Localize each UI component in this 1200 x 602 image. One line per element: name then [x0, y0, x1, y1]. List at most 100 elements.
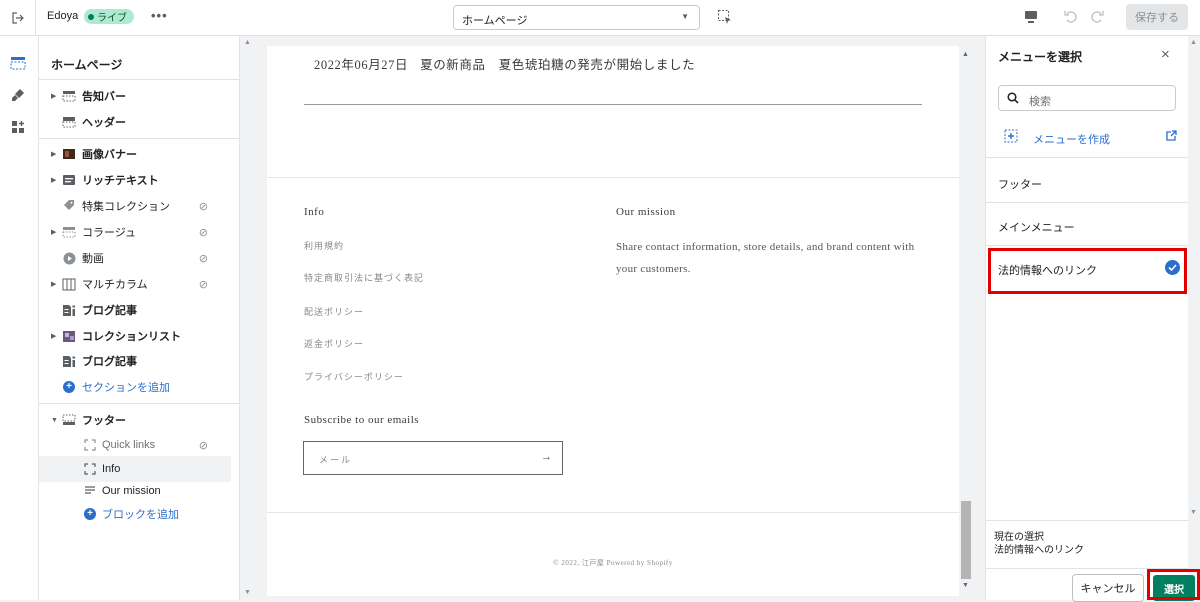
section-label: 特集コレクション	[82, 201, 170, 213]
newsletter-email-input[interactable]: メール →	[303, 441, 563, 475]
divider	[986, 520, 1189, 521]
expand-arrow-icon[interactable]: ▶	[51, 280, 56, 288]
copyright-text: © 2022, 江戸屋 Powered by Shopify	[553, 559, 673, 567]
add-block-label: ブロックを追加	[102, 509, 179, 521]
scroll-down-icon[interactable]: ▼	[244, 589, 251, 596]
divider	[986, 202, 1189, 203]
footer-link[interactable]: 利用規約	[304, 239, 344, 252]
news-item[interactable]: 2022年06月27日 夏の新商品 夏色琥珀糖の発売が開始しました	[314, 54, 707, 73]
divider	[39, 79, 240, 80]
section-multicolumn[interactable]: ▶ マルチカラム ⊘	[39, 271, 240, 297]
menu-option-main-menu[interactable]: メインメニュー	[998, 219, 1075, 235]
expand-arrow-icon[interactable]: ▶	[51, 176, 56, 184]
section-announcement-bar[interactable]: ▶ 告知バー	[39, 83, 240, 109]
section-featured-collection[interactable]: 特集コレクション ⊘	[39, 193, 240, 219]
footer-link[interactable]: 配送ポリシー	[304, 305, 364, 318]
divider	[986, 245, 1189, 246]
expand-arrow-icon[interactable]: ▶	[51, 228, 56, 236]
block-quick-links[interactable]: Quick links ⊘	[39, 432, 240, 458]
scroll-up-icon[interactable]: ▲	[962, 51, 969, 58]
footer-link[interactable]: 返金ポリシー	[304, 337, 364, 350]
email-placeholder: メール	[319, 455, 353, 465]
inspector-icon[interactable]	[717, 9, 733, 25]
hidden-eye-icon[interactable]: ⊘	[199, 278, 208, 291]
arrow-right-icon[interactable]: →	[541, 451, 552, 463]
section-label: ヘッダー	[82, 117, 126, 129]
menu-picker-title: メニューを選択	[998, 50, 1083, 64]
search-icon	[1007, 92, 1019, 104]
divider	[986, 157, 1189, 158]
section-collection-list[interactable]: ▶ コレクションリスト	[39, 323, 240, 349]
section-video[interactable]: 動画 ⊘	[39, 245, 240, 271]
add-section-button[interactable]: + セクションを追加	[39, 374, 240, 400]
add-menu-icon	[1004, 129, 1018, 143]
scroll-down-icon[interactable]: ▼	[962, 582, 969, 589]
section-header[interactable]: ヘッダー	[39, 109, 240, 135]
expand-arrow-icon[interactable]: ▶	[51, 92, 56, 100]
scroll-up-icon[interactable]: ▲	[1190, 39, 1197, 46]
add-block-button[interactable]: + ブロックを追加	[39, 501, 240, 527]
paintbrush-icon	[12, 89, 24, 101]
section-image-banner[interactable]: ▶ 画像バナー	[39, 141, 240, 167]
text-lines-icon	[82, 484, 98, 498]
divider	[267, 512, 959, 513]
save-button[interactable]: 保存する	[1126, 4, 1188, 30]
section-blog-posts[interactable]: ブログ記事	[39, 297, 240, 323]
panel-scrollbar[interactable]: ▲ ▼	[1188, 36, 1200, 521]
scrollbar-thumb[interactable]	[961, 501, 971, 579]
page-select[interactable]: ホームページ ▼	[453, 5, 700, 30]
undo-icon[interactable]	[1063, 8, 1079, 24]
current-selection: 現在の選択 法的情報へのリンク	[994, 531, 1084, 557]
hidden-eye-icon[interactable]: ⊘	[199, 226, 208, 239]
close-icon[interactable]: ×	[1161, 46, 1170, 63]
live-status-badge: ライブ	[84, 9, 134, 24]
columns-icon	[61, 277, 77, 291]
sidebar-scrollbar[interactable]: ▲ ▼	[240, 36, 256, 600]
hidden-eye-icon[interactable]: ⊘	[199, 252, 208, 265]
expand-arrow-icon[interactable]: ▶	[51, 150, 56, 158]
section-label: コレクションリスト	[82, 331, 181, 343]
collapse-arrow-icon[interactable]: ▼	[51, 417, 58, 424]
plus-circle-icon: +	[82, 507, 98, 521]
more-actions-button[interactable]: •••	[151, 8, 168, 23]
footer-mission-text: Share contact information, store details…	[616, 241, 915, 275]
menu-option-footer[interactable]: フッター	[998, 176, 1042, 192]
footer-link[interactable]: プライバシーポリシー	[304, 370, 404, 383]
store-name: Edoya	[47, 10, 79, 22]
selection-highlight-box	[988, 248, 1187, 294]
expand-arrow-icon[interactable]: ▶	[51, 332, 56, 340]
footer-link[interactable]: 特定商取引法に基づく表記	[304, 271, 424, 284]
current-selection-label: 現在の選択	[994, 532, 1044, 543]
news-title: 夏の新商品 夏色琥珀糖の発売が開始しました	[420, 58, 696, 72]
divider	[267, 177, 959, 178]
desktop-icon[interactable]	[1024, 10, 1038, 24]
section-footer[interactable]: ▼ フッター	[39, 407, 240, 433]
preview-scrollbar[interactable]: ▲ ▼	[959, 46, 973, 596]
apps-tab[interactable]	[9, 118, 27, 136]
menu-search-input[interactable]: 検索	[998, 85, 1176, 111]
hidden-eye-icon[interactable]: ⊘	[199, 200, 208, 213]
block-label: Info	[102, 463, 121, 475]
exit-button[interactable]	[0, 0, 36, 36]
redo-icon[interactable]	[1089, 8, 1105, 24]
plus-circle-icon: +	[61, 380, 77, 394]
section-collage[interactable]: ▶ コラージュ ⊘	[39, 219, 240, 245]
theme-settings-tab[interactable]	[9, 86, 27, 104]
hidden-eye-icon[interactable]: ⊘	[199, 439, 208, 452]
blog-icon	[61, 303, 77, 317]
section-rich-text[interactable]: ▶ リッチテキスト	[39, 167, 240, 193]
news-date: 2022年06月27日	[314, 58, 409, 72]
scroll-down-icon[interactable]: ▼	[1190, 509, 1197, 516]
image-banner-icon	[61, 147, 77, 161]
live-dot-icon	[88, 13, 94, 20]
create-menu-link[interactable]: メニューを作成	[1004, 129, 1177, 146]
cancel-button[interactable]: キャンセル	[1072, 574, 1144, 602]
top-bar: Edoya ライブ ••• ホームページ ▼ 保存する	[0, 0, 1200, 36]
footer-icon	[61, 413, 77, 427]
section-label: ブログ記事	[82, 356, 137, 368]
sections-tab[interactable]	[9, 54, 27, 72]
chevron-down-icon: ▼	[681, 12, 689, 21]
scroll-up-icon[interactable]: ▲	[244, 39, 251, 46]
section-blog-posts-2[interactable]: ブログ記事	[39, 348, 240, 374]
add-section-label: セクションを追加	[82, 382, 170, 394]
